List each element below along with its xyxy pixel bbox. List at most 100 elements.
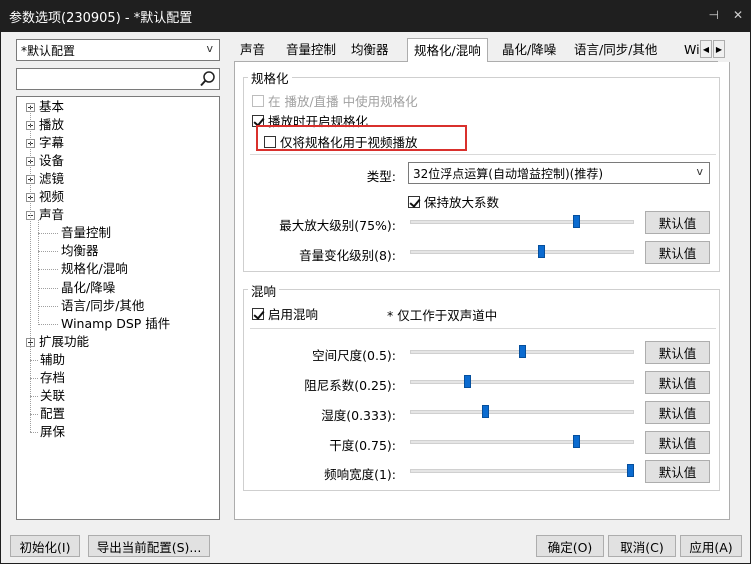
tree-item[interactable]: 设备 [26, 152, 64, 170]
tree-item[interactable]: 屏保 [40, 423, 65, 441]
use-in-streaming-checkbox[interactable]: 在 播放/直播 中使用规格化 [252, 91, 418, 110]
tree-item-label: 存档 [40, 369, 66, 385]
tree-item-label: 辅助 [40, 351, 66, 367]
reset-button[interactable]: 初始化(I) [10, 535, 80, 557]
tree-item[interactable]: 播放 [26, 116, 64, 134]
slider-thumb[interactable] [464, 375, 471, 388]
close-icon[interactable]: ✕ [733, 8, 743, 22]
slider[interactable] [410, 345, 634, 359]
tree-item-label: 字幕 [39, 135, 65, 151]
tree-item-label: 屏保 [40, 423, 66, 439]
tree-item[interactable]: 声音 [26, 206, 64, 224]
tab-scroll-left-icon[interactable]: ◀ [700, 40, 712, 58]
tab-item[interactable]: Wi [678, 40, 700, 62]
slider[interactable] [410, 464, 634, 478]
default-value-button[interactable]: 默认值 [645, 431, 710, 454]
slider-thumb[interactable] [573, 215, 580, 228]
tree-item[interactable]: 音量控制 [61, 224, 111, 242]
slider-track[interactable] [410, 469, 634, 473]
ok-button[interactable]: 确定(O) [536, 535, 604, 557]
search-input[interactable] [16, 68, 220, 90]
keep-gain-checkbox[interactable]: 保持放大系数 [408, 192, 499, 211]
tree-item[interactable]: 配置 [40, 405, 65, 423]
slider-label: 湿度(0.333): [321, 408, 396, 423]
enable-reverb-checkbox[interactable]: 启用混响 [252, 304, 318, 323]
slider-label: 音量变化级别(8): [299, 248, 396, 263]
tree-item[interactable]: Winamp DSP 插件 [61, 315, 170, 333]
default-value-button[interactable]: 默认值 [645, 341, 710, 364]
tree-item[interactable]: 语言/同步/其他 [61, 297, 144, 315]
tree-item[interactable]: 滤镜 [26, 170, 64, 188]
profile-select[interactable]: *默认配置 v [16, 39, 220, 61]
tab-strip: 声音 音量控制 均衡器 规格化/混响 晶化/降噪 语言/同步/其他 Wi [234, 38, 718, 63]
slider[interactable] [410, 375, 634, 389]
settings-tree[interactable]: 基本播放 字幕设备 滤镜 视频声音音量控制均衡器规格化/混响 晶化/降噪 语言/同步/其他… [16, 96, 220, 520]
slider[interactable] [410, 245, 634, 259]
slider-track[interactable] [410, 440, 634, 444]
default-value-button[interactable]: 默认值 [645, 241, 710, 264]
default-value-button[interactable]: 默认值 [645, 211, 710, 234]
slider-track[interactable] [410, 220, 634, 224]
tree-item-label: 均衡器 [61, 243, 99, 259]
tab-item[interactable]: 音量控制 [280, 40, 342, 62]
pin-icon[interactable]: ⊣ [708, 8, 718, 22]
slider-thumb[interactable] [482, 405, 489, 418]
type-select[interactable]: 32位浮点运算(自动增益控制)(推荐) v [408, 162, 710, 184]
tree-item-label: 音量控制 [61, 225, 112, 241]
slider-label: 阻尼系数(0.25): [304, 378, 396, 393]
search-icon[interactable] [199, 70, 217, 88]
tree-item[interactable]: 关联 [40, 387, 65, 405]
tab-item[interactable]: 晶化/降噪 [496, 40, 562, 62]
slider-thumb[interactable] [627, 464, 634, 477]
cancel-button[interactable]: 取消(C) [608, 535, 676, 557]
tab-item[interactable]: 声音 [234, 40, 271, 62]
tree-item[interactable]: 存档 [40, 369, 65, 387]
title-bar: 参数选项(230905) - *默认配置 ⊣ ✕ [0, 0, 751, 32]
tree-item-label: 扩展功能 [39, 333, 90, 349]
separator [250, 154, 716, 155]
slider[interactable] [410, 215, 634, 229]
tree-item-label: 设备 [39, 153, 65, 169]
tab-item[interactable]: 均衡器 [345, 40, 395, 62]
default-value-button[interactable]: 默认值 [645, 401, 710, 424]
normalize-group-title: 规格化 [248, 68, 292, 87]
slider-track[interactable] [410, 250, 634, 254]
chevron-down-icon: v [696, 165, 703, 178]
enable-reverb-label: 启用混响 [268, 307, 319, 322]
slider-label: 频响宽度(1): [324, 467, 396, 482]
tab-item[interactable]: 规格化/混响 [407, 38, 488, 63]
tree-item-label: 语言/同步/其他 [61, 297, 145, 313]
slider-track[interactable] [410, 380, 634, 384]
tree-item[interactable]: 规格化/混响 [61, 260, 128, 278]
type-label: 类型: [366, 169, 396, 184]
slider-thumb[interactable] [573, 435, 580, 448]
window-title: 参数选项(230905) - *默认配置 [9, 10, 193, 26]
default-value-button[interactable]: 默认值 [645, 371, 710, 394]
tree-item[interactable]: 均衡器 [61, 242, 99, 260]
tree-item-label: 基本 [39, 99, 65, 114]
slider-track[interactable] [410, 410, 634, 414]
tree-item[interactable]: 字幕 [26, 134, 64, 152]
slider-label: 空间尺度(0.5): [312, 348, 396, 363]
slider-thumb[interactable] [538, 245, 545, 258]
slider[interactable] [410, 435, 634, 449]
tree-item[interactable]: 视频 [26, 188, 64, 206]
tree-item[interactable]: 扩展功能 [26, 333, 89, 351]
default-value-button[interactable]: 默认值 [645, 460, 710, 483]
tree-item-label: 声音 [39, 207, 65, 223]
apply-button[interactable]: 应用(A) [680, 535, 742, 557]
tab-scroll-right-icon[interactable]: ▶ [713, 40, 725, 58]
tree-item-label: 视频 [39, 189, 65, 205]
slider[interactable] [410, 405, 634, 419]
slider-thumb[interactable] [519, 345, 526, 358]
tree-item[interactable]: 基本 [26, 98, 64, 116]
tree-item-label: 规格化/混响 [61, 261, 128, 277]
keep-gain-label: 保持放大系数 [424, 195, 500, 210]
tab-item[interactable]: 语言/同步/其他 [568, 40, 663, 62]
tree-item[interactable]: 辅助 [40, 351, 65, 369]
type-select-value: 32位浮点运算(自动增益控制)(推荐) [413, 166, 603, 181]
chevron-down-icon: v [206, 42, 213, 55]
tree-item[interactable]: 晶化/降噪 [61, 279, 115, 297]
export-config-button[interactable]: 导出当前配置(S)... [88, 535, 210, 557]
checkbox-box [252, 307, 264, 320]
